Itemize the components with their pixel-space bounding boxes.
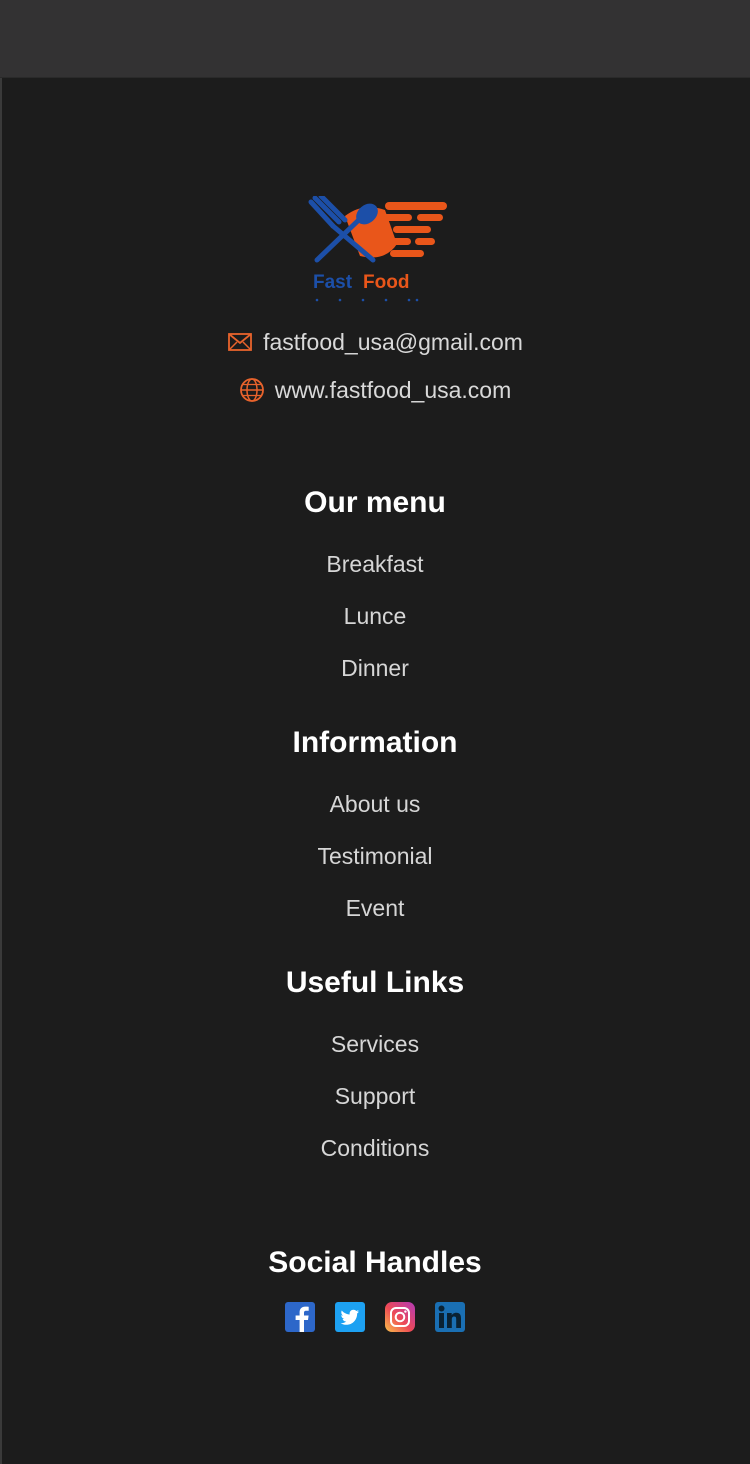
menu-heading: Our menu	[304, 486, 446, 519]
information-heading: Information	[292, 726, 458, 759]
site-footer: Fast Food fastfood_usa@gmail.com www.fas…	[0, 78, 750, 1464]
menu-link-breakfast[interactable]: Breakfast	[0, 549, 750, 579]
twitter-icon[interactable]	[335, 1302, 365, 1332]
linkedin-icon[interactable]	[435, 1302, 465, 1332]
contact-email-row[interactable]: fastfood_usa@gmail.com	[0, 327, 750, 357]
top-bar	[0, 0, 750, 78]
useful-links-heading: Useful Links	[285, 966, 465, 999]
info-link-testimonial[interactable]: Testimonial	[0, 841, 750, 871]
menu-link-lunch[interactable]: Lunce	[0, 601, 750, 631]
contact-website-row[interactable]: www.fastfood_usa.com	[0, 375, 750, 405]
useful-link-services[interactable]: Services	[0, 1029, 750, 1059]
info-link-event[interactable]: Event	[0, 893, 750, 923]
logo-text-fast: Fast	[313, 272, 353, 293]
facebook-icon[interactable]	[285, 1302, 315, 1332]
contact-website[interactable]: www.fastfood_usa.com	[275, 377, 512, 404]
menu-link-dinner[interactable]: Dinner	[0, 653, 750, 683]
mail-icon	[228, 333, 252, 351]
social-icons	[0, 1302, 750, 1332]
info-link-about-us[interactable]: About us	[0, 789, 750, 819]
globe-icon	[239, 378, 264, 402]
fast-food-logo[interactable]: Fast Food	[305, 196, 450, 308]
social-heading: Social Handles	[268, 1246, 482, 1279]
useful-link-support[interactable]: Support	[0, 1081, 750, 1111]
logo-text-food: Food	[363, 272, 409, 293]
useful-link-conditions[interactable]: Conditions	[0, 1133, 750, 1163]
contact-email[interactable]: fastfood_usa@gmail.com	[263, 329, 523, 356]
instagram-icon[interactable]	[385, 1302, 415, 1332]
